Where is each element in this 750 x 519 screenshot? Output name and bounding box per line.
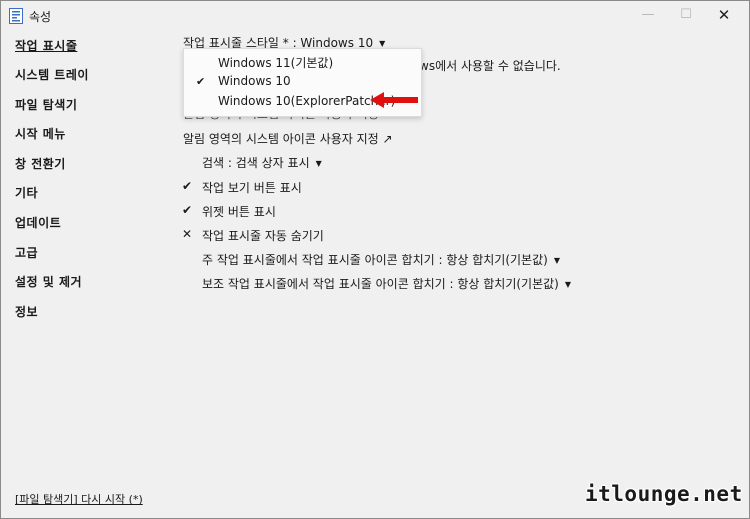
sidebar-item-system-tray[interactable]: 시스템 트레이 [15,66,89,83]
search-setting-label: 검색 : 검색 상자 표시 [202,156,310,170]
autohide-toggle[interactable]: 작업 표시줄 자동 숨기기 [202,227,324,244]
chevron-down-icon: ▼ [564,280,572,289]
annotation-arrow-icon [370,92,418,108]
sidebar-item-window-switcher[interactable]: 창 전환기 [15,155,66,172]
check-icon: ✔ [182,179,193,193]
restart-explorer-link[interactable]: [파일 탐색기] 다시 시작 (*) [15,491,143,507]
sidebar-item-advanced[interactable]: 고급 [15,244,38,261]
combine-secondary-label: 보조 작업 표시줄에서 작업 표시줄 아이콘 합치기 : 항상 합치기(기본값) [202,277,559,291]
title-bar: 속성 — ☐ ✕ [1,1,749,31]
search-setting[interactable]: 검색 : 검색 상자 표시 ▼ [202,154,322,171]
combine-main-setting[interactable]: 주 작업 표시줄에서 작업 표시줄 아이콘 합치기 : 항상 합치기(기본값) ▼ [202,251,560,268]
maximize-button[interactable]: ☐ [671,5,701,25]
sidebar-item-file-explorer[interactable]: 파일 탐색기 [15,96,77,113]
combine-secondary-setting[interactable]: 보조 작업 표시줄에서 작업 표시줄 아이콘 합치기 : 항상 합치기(기본값)… [202,275,571,292]
app-icon [9,8,23,24]
sidebar-item-taskbar[interactable]: 작업 표시줄 [15,37,77,54]
sidebar-item-updates[interactable]: 업데이트 [15,214,61,231]
sidebar-item-about[interactable]: 정보 [15,303,38,320]
minimize-button[interactable]: — [633,5,663,25]
combine-main-label: 주 작업 표시줄에서 작업 표시줄 아이콘 합치기 : 항상 합치기(기본값) [202,253,548,267]
chevron-down-icon: ▼ [379,39,386,48]
chevron-down-icon: ▼ [553,256,560,265]
dropdown-option[interactable]: Windows 11(기본값) [218,54,333,71]
sidebar-item-uninstall[interactable]: 설정 및 제거 [15,273,82,290]
watermark: itlounge.net [585,482,743,506]
check-icon: ✔ [196,75,206,88]
sidebar-item-start-menu[interactable]: 시작 메뉴 [15,125,66,142]
dropdown-option[interactable]: Windows 10(ExplorerPatcher) [218,94,395,108]
sidebar-item-other[interactable]: 기타 [15,184,38,201]
unavailable-message: ws에서 사용할 수 없습니다. [419,59,561,73]
close-button[interactable]: ✕ [709,5,739,25]
dropdown-option[interactable]: Windows 10 [218,74,291,88]
window-title: 속성 [29,10,52,24]
chevron-down-icon: ▼ [315,159,322,168]
taskview-button-toggle[interactable]: 작업 보기 버튼 표시 [202,179,302,196]
widgets-button-toggle[interactable]: 위젯 버튼 표시 [202,203,276,220]
x-icon: ✕ [182,227,193,241]
properties-window: 속성 — ☐ ✕ 작업 표시줄 시스템 트레이 파일 탐색기 시작 메뉴 창 전… [0,0,750,519]
notification-icons-link[interactable]: 알림 영역의 시스템 아이콘 사용자 지정 ↗ [183,130,393,147]
check-icon: ✔ [182,203,193,217]
